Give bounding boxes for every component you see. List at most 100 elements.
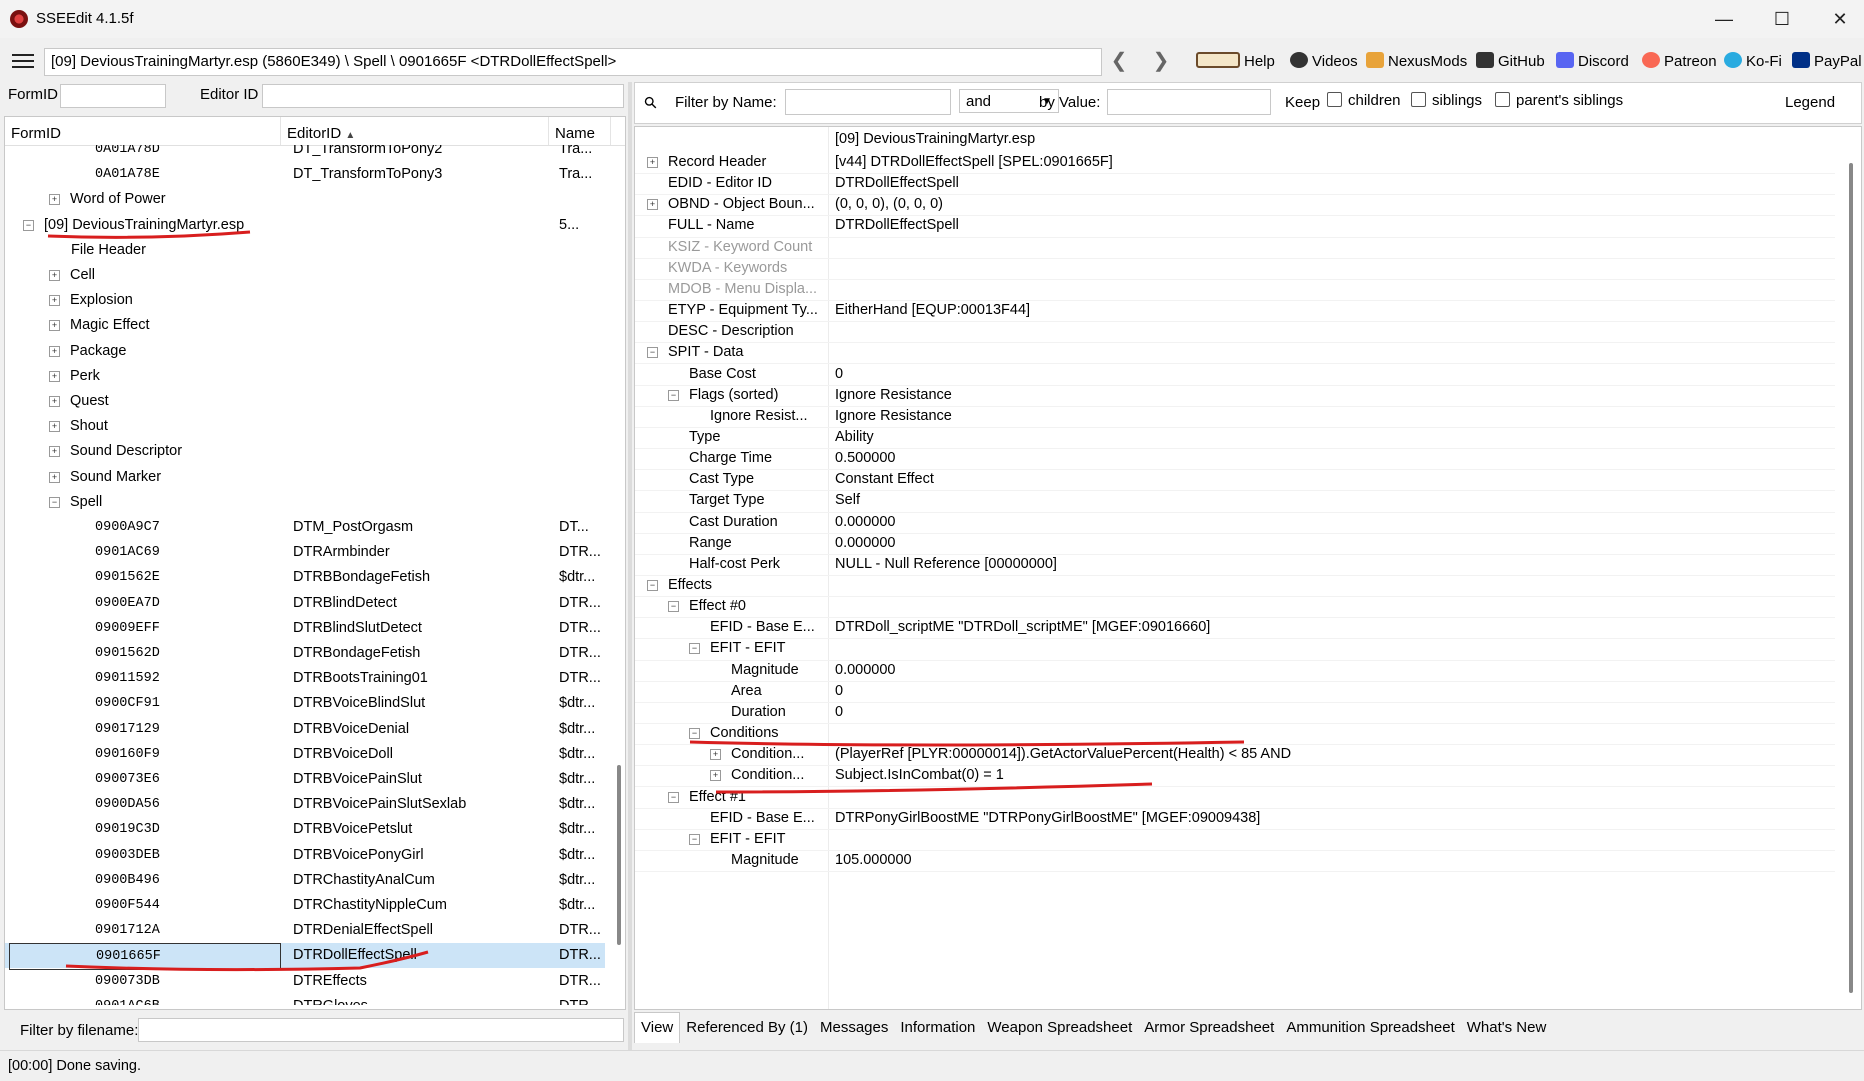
tree-record-row[interactable]: 09003DEB DTRBVoicePonyGirl $dtr... [5,843,605,868]
tree-scrollbar-thumb[interactable] [617,765,621,945]
tree-record-row[interactable]: 0901665F DTRDollEffectSpell DTR... [5,943,605,971]
collapse-icon[interactable]: − [23,219,34,231]
collapse-icon[interactable]: − [689,728,700,740]
expand-icon[interactable]: + [647,157,658,168]
detail-row[interactable]: KWDA - Keywords [635,258,1835,280]
field-value[interactable]: Ignore Resistance [835,406,1825,427]
field-value[interactable]: 0 [835,364,1825,385]
field-value[interactable]: 0.000000 [835,660,1825,681]
tree-group-node[interactable]: + Quest [5,389,605,414]
detail-row[interactable]: + Condition... (PlayerRef [PLYR:00000014])… [635,744,1835,767]
details-scrollbar-thumb[interactable] [1849,163,1853,993]
expand-icon[interactable]: + [49,370,60,382]
filter-by-value-input[interactable] [1107,89,1271,115]
expand-icon[interactable]: + [49,194,60,206]
field-value[interactable]: Self [835,490,1825,511]
tree-record-row[interactable]: 09009EFF DTRBlindSlutDetect DTR... [5,616,605,641]
detail-row[interactable]: − SPIT - Data [635,342,1835,365]
tree-group-node[interactable]: + Word of Power [5,187,605,212]
expand-icon[interactable]: + [49,295,60,307]
tree-record-row[interactable]: 090160F9 DTRBVoiceDoll $dtr... [5,742,605,767]
videos-link[interactable]: Videos [1290,52,1358,70]
field-value[interactable]: [v44] DTRDollEffectSpell [SPEL:0901665F] [835,152,1825,173]
tree-record-row[interactable]: 09011592 DTRBootsTraining01 DTR... [5,666,605,691]
github-link[interactable]: GitHub [1476,52,1545,70]
tree-record-row[interactable]: 0901AC69 DTRArmbinder DTR... [5,540,605,565]
column-header-name[interactable]: Name [549,117,611,145]
tab-messages[interactable]: Messages [814,1013,894,1043]
detail-row[interactable]: MDOB - Menu Displa... [635,279,1835,302]
tree-group-node[interactable]: + Shout [5,414,605,439]
detail-row[interactable]: EDID - Editor ID DTRDollEffectSpell [635,173,1835,196]
expand-icon[interactable]: + [710,749,721,761]
field-value[interactable]: 0.000000 [835,533,1825,554]
formid-input[interactable] [60,84,166,108]
tree-group-node[interactable]: + Package [5,339,605,364]
field-value[interactable]: 0.000000 [835,512,1825,533]
tree-record-row[interactable]: 0900A9C7 DTM_PostOrgasm DT... [5,515,605,540]
detail-row[interactable]: ETYP - Equipment Ty... EitherHand [EQUP:0… [635,300,1835,323]
tree-scrollbar[interactable] [615,145,625,1005]
collapse-icon[interactable]: − [647,580,658,591]
field-value[interactable]: (PlayerRef [PLYR:00000014]).GetActorValu… [835,744,1825,765]
detail-row[interactable]: Cast Type Constant Effect [635,469,1835,492]
detail-row[interactable]: FULL - Name DTRDollEffectSpell [635,215,1835,238]
keep-parents-siblings-checkbox[interactable]: parent's siblings [1495,92,1623,109]
field-value[interactable]: DTRDollEffectSpell [835,173,1825,194]
detail-row[interactable]: + Record Header [v44] DTRDollEffectSpell [… [635,152,1835,175]
detail-row[interactable]: − Effect #0 [635,596,1835,619]
record-tree[interactable]: FormID EditorID ▲ Name 0A01A78D DT_Transf… [4,116,626,1010]
expand-icon[interactable]: + [49,421,60,433]
tab-information[interactable]: Information [894,1013,981,1043]
collapse-icon[interactable]: − [689,643,700,655]
tree-record-row[interactable]: 0A01A78E DT_TransformToPony3 Tra... [5,162,605,187]
detail-row[interactable]: + Condition... Subject.IsInCombat(0) = 1 [635,765,1835,788]
tree-group-node[interactable]: + Sound Marker [5,465,605,490]
help-link[interactable]: Help [1196,52,1275,70]
tree-record-row[interactable]: 0901712A DTRDenialEffectSpell DTR... [5,918,605,943]
tree-record-row[interactable]: 0900CF91 DTRBVoiceBlindSlut $dtr... [5,691,605,716]
patreon-link[interactable]: Patreon [1642,52,1717,70]
field-value[interactable]: Constant Effect [835,469,1825,490]
detail-row[interactable]: Magnitude 0.000000 [635,660,1835,682]
back-arrow-icon[interactable]: ❮ [1106,48,1132,74]
detail-row[interactable]: − EFIT - EFIT [635,829,1835,851]
detail-row[interactable]: Area 0 [635,681,1835,703]
expand-icon[interactable]: + [49,320,60,332]
tree-record-row[interactable]: 090073E6 DTRBVoicePainSlut $dtr... [5,767,605,792]
tree-record-row[interactable]: 0901562E DTRBBondageFetish $dtr... [5,565,605,590]
detail-row[interactable]: + OBND - Object Boun... (0, 0, 0), (0, 0, … [635,194,1835,217]
column-header-formid[interactable]: FormID [5,117,281,145]
field-value[interactable]: 105.000000 [835,850,1825,871]
tree-record-row[interactable]: 0900DA56 DTRBVoicePainSlutSexlab $dtr... [5,792,605,817]
expand-icon[interactable]: + [49,345,60,357]
field-value[interactable]: (0, 0, 0), (0, 0, 0) [835,194,1825,215]
close-button[interactable]: ✕ [1810,0,1864,38]
field-value[interactable]: 0.500000 [835,448,1825,469]
detail-row[interactable]: Base Cost 0 [635,364,1835,386]
field-value[interactable]: 0 [835,681,1825,702]
forward-arrow-icon[interactable]: ❯ [1148,48,1174,74]
tab-weapon-spreadsheet[interactable]: Weapon Spreadsheet [981,1013,1138,1043]
tree-record-row[interactable]: 0A01A78D DT_TransformToPony2 Tra... [5,145,605,162]
tree-group-node[interactable]: + Explosion [5,288,605,313]
detail-row[interactable]: − Effect #1 [635,787,1835,809]
hamburger-menu-icon[interactable] [12,54,34,68]
tree-record-row[interactable]: 0900EA7D DTRBlindDetect DTR... [5,591,605,616]
detail-row[interactable]: Charge Time 0.500000 [635,448,1835,471]
collapse-icon[interactable]: − [49,496,60,508]
tree-group-node[interactable]: + Perk [5,364,605,389]
collapse-icon[interactable]: − [689,833,700,845]
expand-icon[interactable]: + [710,770,721,782]
field-value[interactable]: Ignore Resistance [835,385,1825,406]
tab-view[interactable]: View [634,1012,681,1043]
tree-group-node[interactable]: + Sound Descriptor [5,439,605,464]
tree-record-row[interactable]: 0900F544 DTRChastityNippleCum $dtr... [5,893,605,918]
detail-row[interactable]: Ignore Resist... Ignore Resistance [635,406,1835,428]
tree-group-node[interactable]: − Spell [5,490,605,515]
tab-what-s-new[interactable]: What's New [1461,1013,1553,1043]
detail-row[interactable]: Target Type Self [635,490,1835,513]
detail-row[interactable]: Duration 0 [635,702,1835,725]
detail-row[interactable]: Range 0.000000 [635,533,1835,555]
field-value[interactable]: DTRDoll_scriptME "DTRDoll_scriptME" [MGE… [835,617,1825,638]
